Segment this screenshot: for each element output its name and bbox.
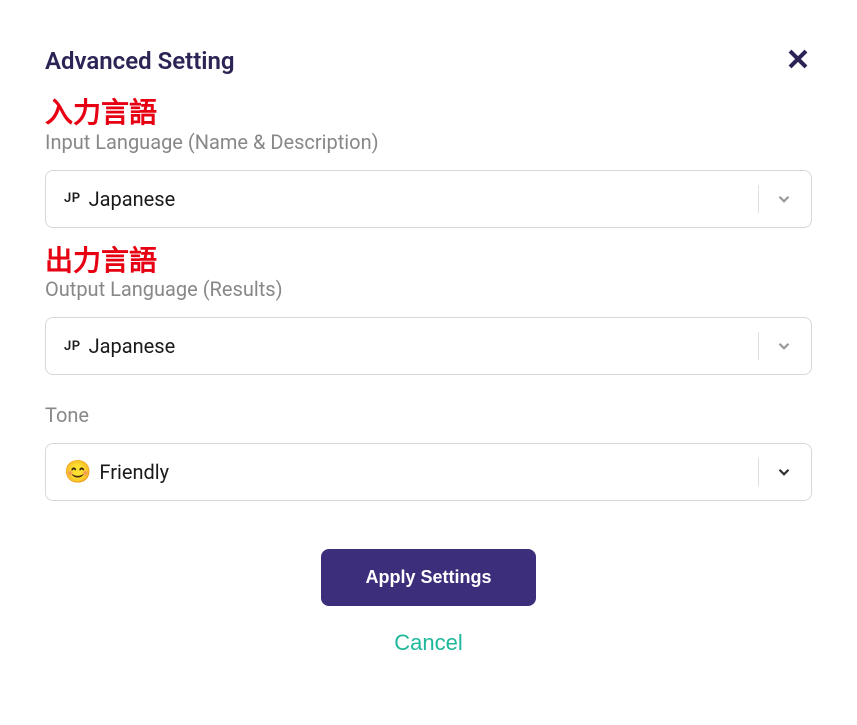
input-language-label-en: Input Language (Name & Description) xyxy=(45,130,812,154)
tone-label: Tone xyxy=(45,403,812,427)
output-language-value: Japanese xyxy=(89,334,176,358)
tone-value: Friendly xyxy=(99,460,169,484)
chevron-down-icon xyxy=(758,185,793,213)
output-language-label-jp: 出力言語 xyxy=(45,244,812,278)
input-language-code: JP xyxy=(64,191,81,206)
close-icon xyxy=(784,61,812,76)
input-language-value: Japanese xyxy=(89,187,176,211)
input-language-select[interactable]: JP Japanese xyxy=(45,170,812,228)
tone-emoji-icon: 😊 xyxy=(64,460,91,485)
output-language-select[interactable]: JP Japanese xyxy=(45,317,812,375)
tone-select[interactable]: 😊 Friendly xyxy=(45,443,812,501)
output-language-code: JP xyxy=(64,339,81,354)
cancel-button[interactable]: Cancel xyxy=(394,630,462,656)
output-language-label-en: Output Language (Results) xyxy=(45,277,812,301)
modal-title: Advanced Setting xyxy=(45,47,235,75)
chevron-down-icon xyxy=(758,332,793,360)
apply-settings-button[interactable]: Apply Settings xyxy=(321,549,535,606)
close-button[interactable] xyxy=(784,45,812,76)
chevron-down-icon xyxy=(758,458,793,486)
input-language-label-jp: 入力言語 xyxy=(45,96,812,130)
